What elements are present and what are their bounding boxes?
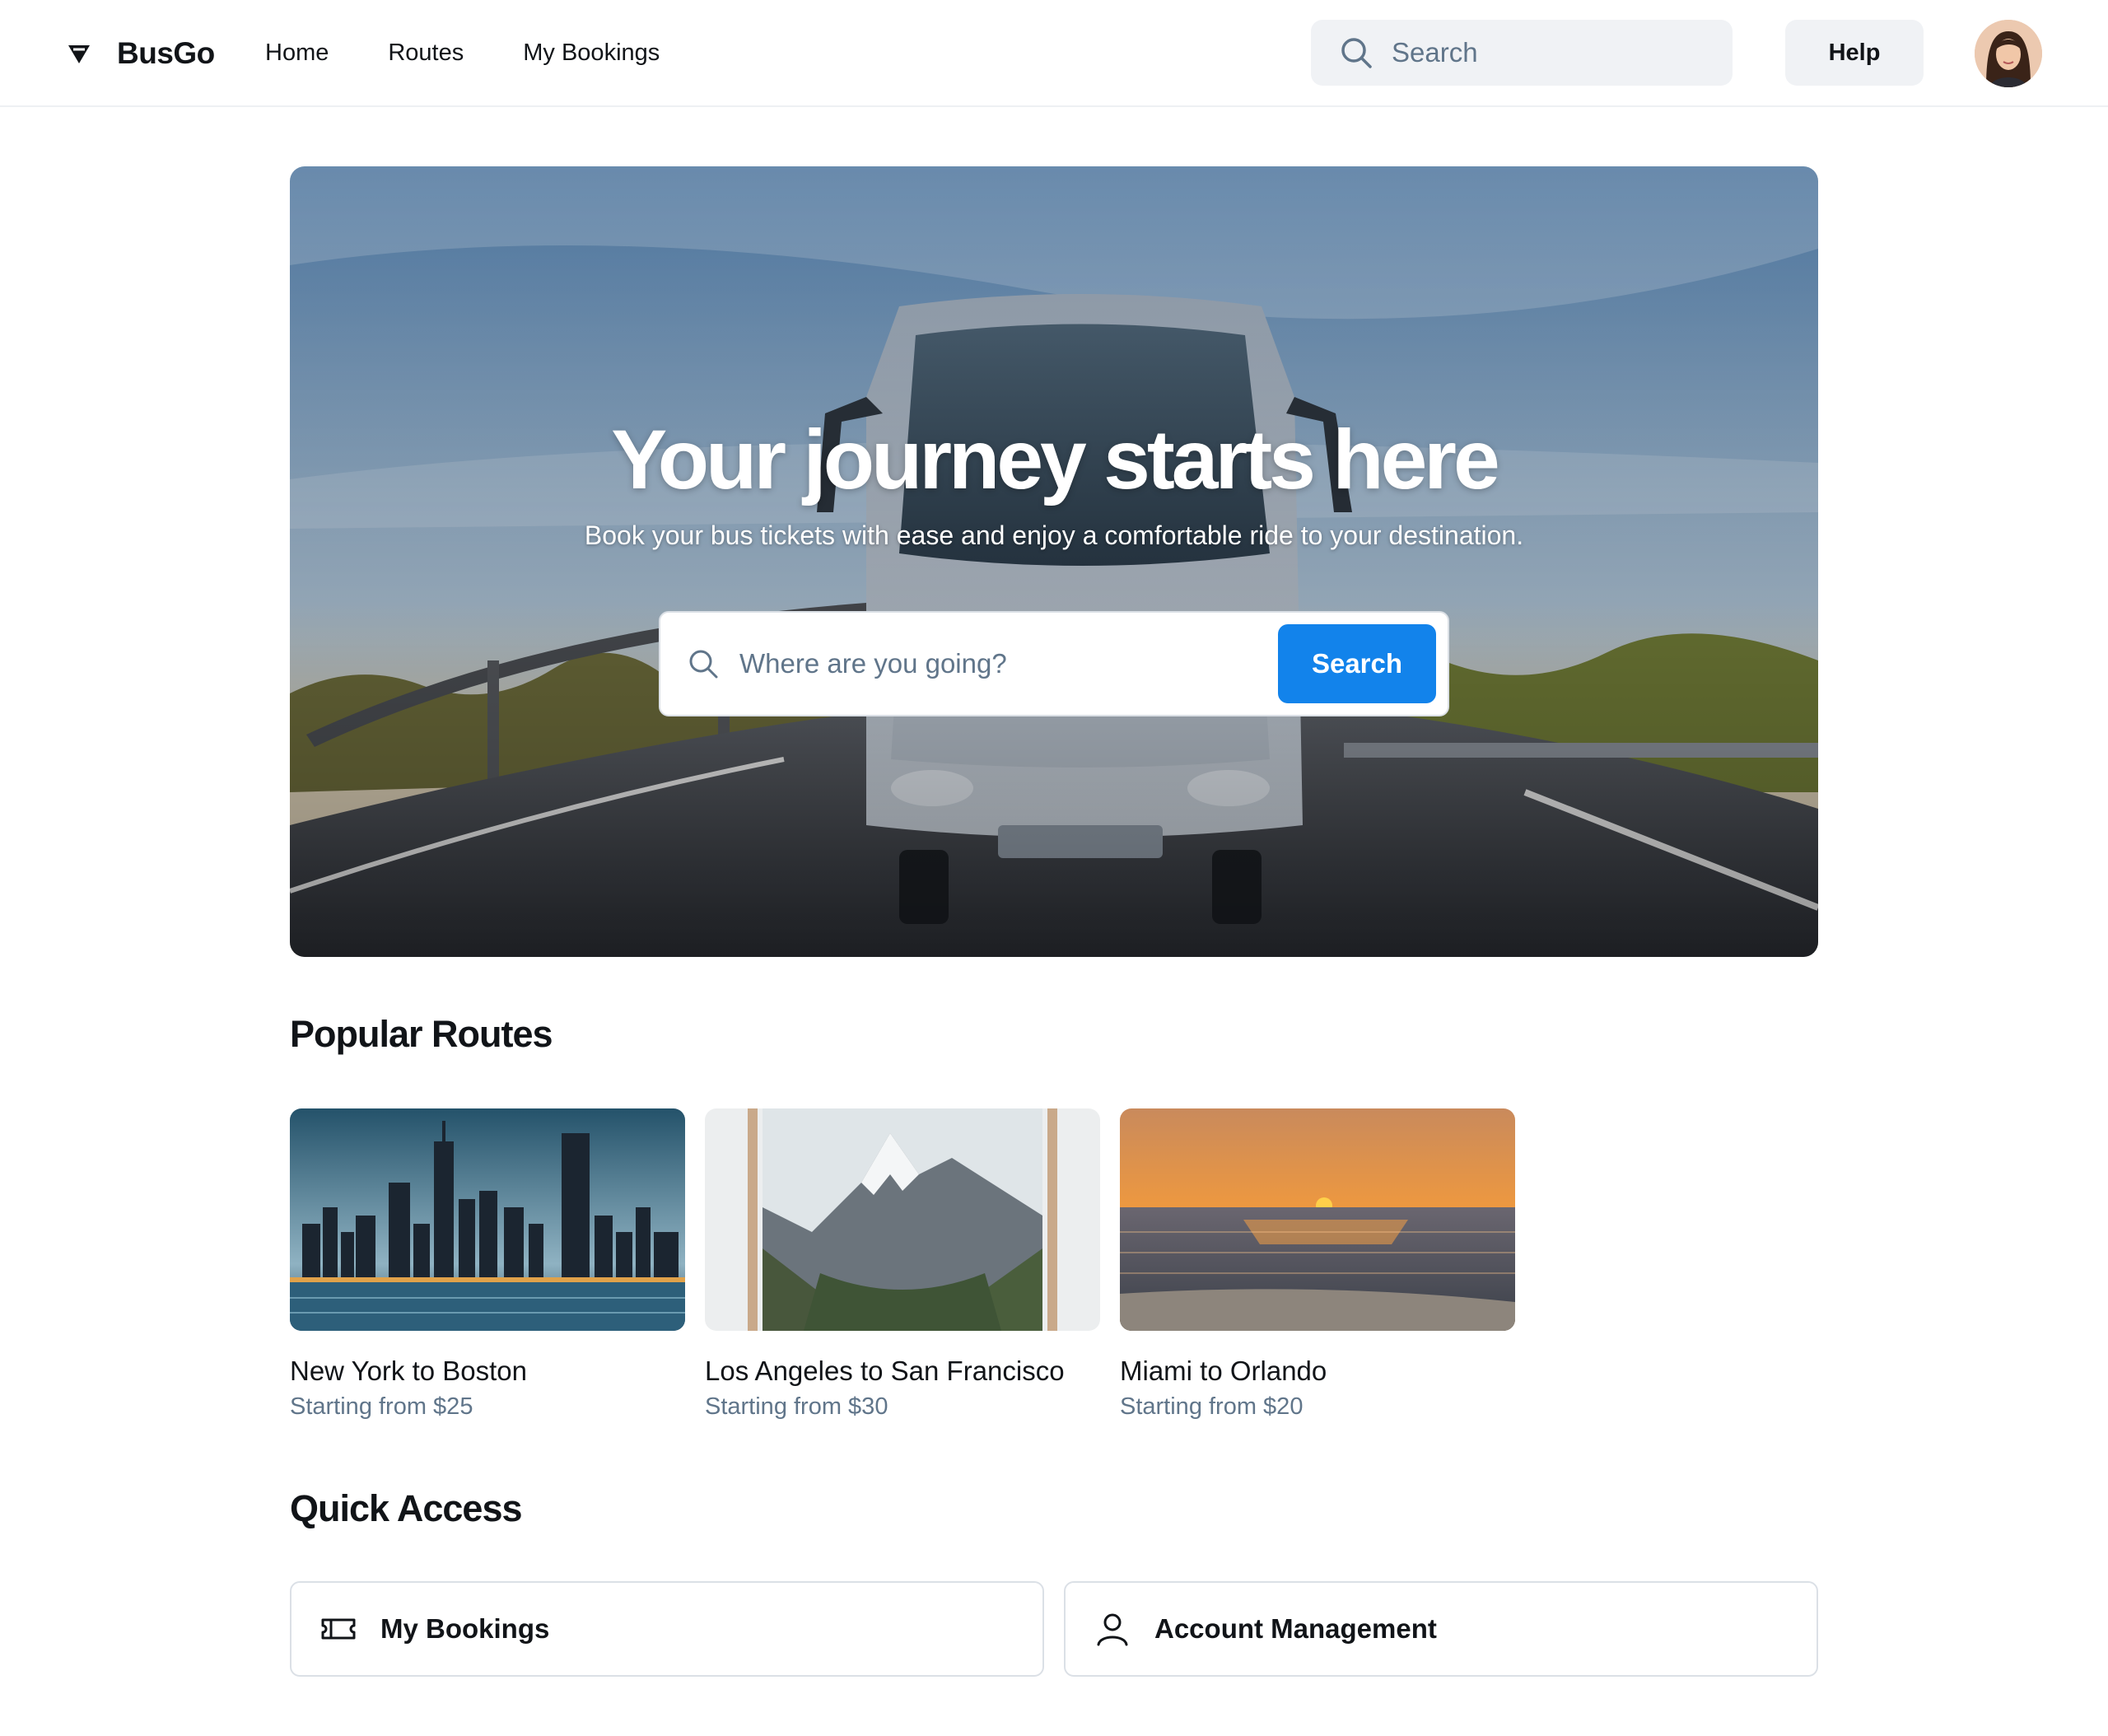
sunset-beach-image: [1120, 1108, 1515, 1331]
route-price: Starting from $30: [705, 1393, 888, 1420]
route-price: Starting from $25: [290, 1393, 473, 1420]
user-icon: [1097, 1613, 1128, 1646]
mountain-image: [705, 1108, 1100, 1331]
my-bookings-button[interactable]: My Bookings: [290, 1581, 1044, 1677]
header-search-input[interactable]: [1392, 37, 1705, 68]
hero-bus-image: [290, 166, 1818, 957]
route-name: Miami to Orlando: [1120, 1356, 1327, 1386]
nav-my-bookings[interactable]: My Bookings: [523, 36, 660, 69]
logo[interactable]: BusGo: [66, 36, 215, 71]
logo-icon: [68, 45, 90, 63]
search-button[interactable]: Search: [1278, 624, 1436, 703]
brand-name: BusGo: [117, 36, 215, 70]
help-button[interactable]: Help: [1785, 20, 1924, 86]
nav-routes[interactable]: Routes: [388, 36, 464, 69]
my-bookings-label: My Bookings: [380, 1613, 550, 1644]
popular-routes-heading: Popular Routes: [290, 1013, 553, 1055]
avatar[interactable]: [1975, 20, 2042, 87]
route-name: New York to Boston: [290, 1356, 528, 1386]
destination-input[interactable]: [739, 648, 1250, 679]
avatar-image: [1975, 20, 2042, 87]
hero-subtitle: Book your bus tickets with ease and enjo…: [584, 520, 1524, 550]
hero-banner: Your journey starts here Book your bus t…: [290, 166, 1818, 957]
account-management-label: Account Management: [1154, 1613, 1437, 1644]
search-icon: [1341, 38, 1372, 68]
route-card[interactable]: New York to Boston Starting from $25: [290, 1108, 685, 1421]
city-skyline-image: [290, 1108, 685, 1331]
account-management-button[interactable]: Account Management: [1064, 1581, 1818, 1677]
route-card[interactable]: Miami to Orlando Starting from $20: [1120, 1108, 1515, 1421]
header-search[interactable]: [1311, 20, 1733, 86]
hero-title: Your journey starts here: [611, 413, 1499, 506]
main-nav: Home Routes My Bookings: [265, 36, 660, 69]
destination-search[interactable]: Search: [659, 611, 1449, 716]
route-price: Starting from $20: [1120, 1393, 1304, 1420]
top-navbar: BusGo Home Routes My Bookings Help: [0, 0, 2108, 107]
route-card[interactable]: Los Angeles to San Francisco Starting fr…: [705, 1108, 1100, 1421]
quick-access-heading: Quick Access: [290, 1487, 523, 1529]
search-icon: [689, 650, 718, 679]
nav-home[interactable]: Home: [265, 36, 329, 69]
route-name: Los Angeles to San Francisco: [705, 1356, 1065, 1386]
ticket-icon: [321, 1618, 356, 1640]
